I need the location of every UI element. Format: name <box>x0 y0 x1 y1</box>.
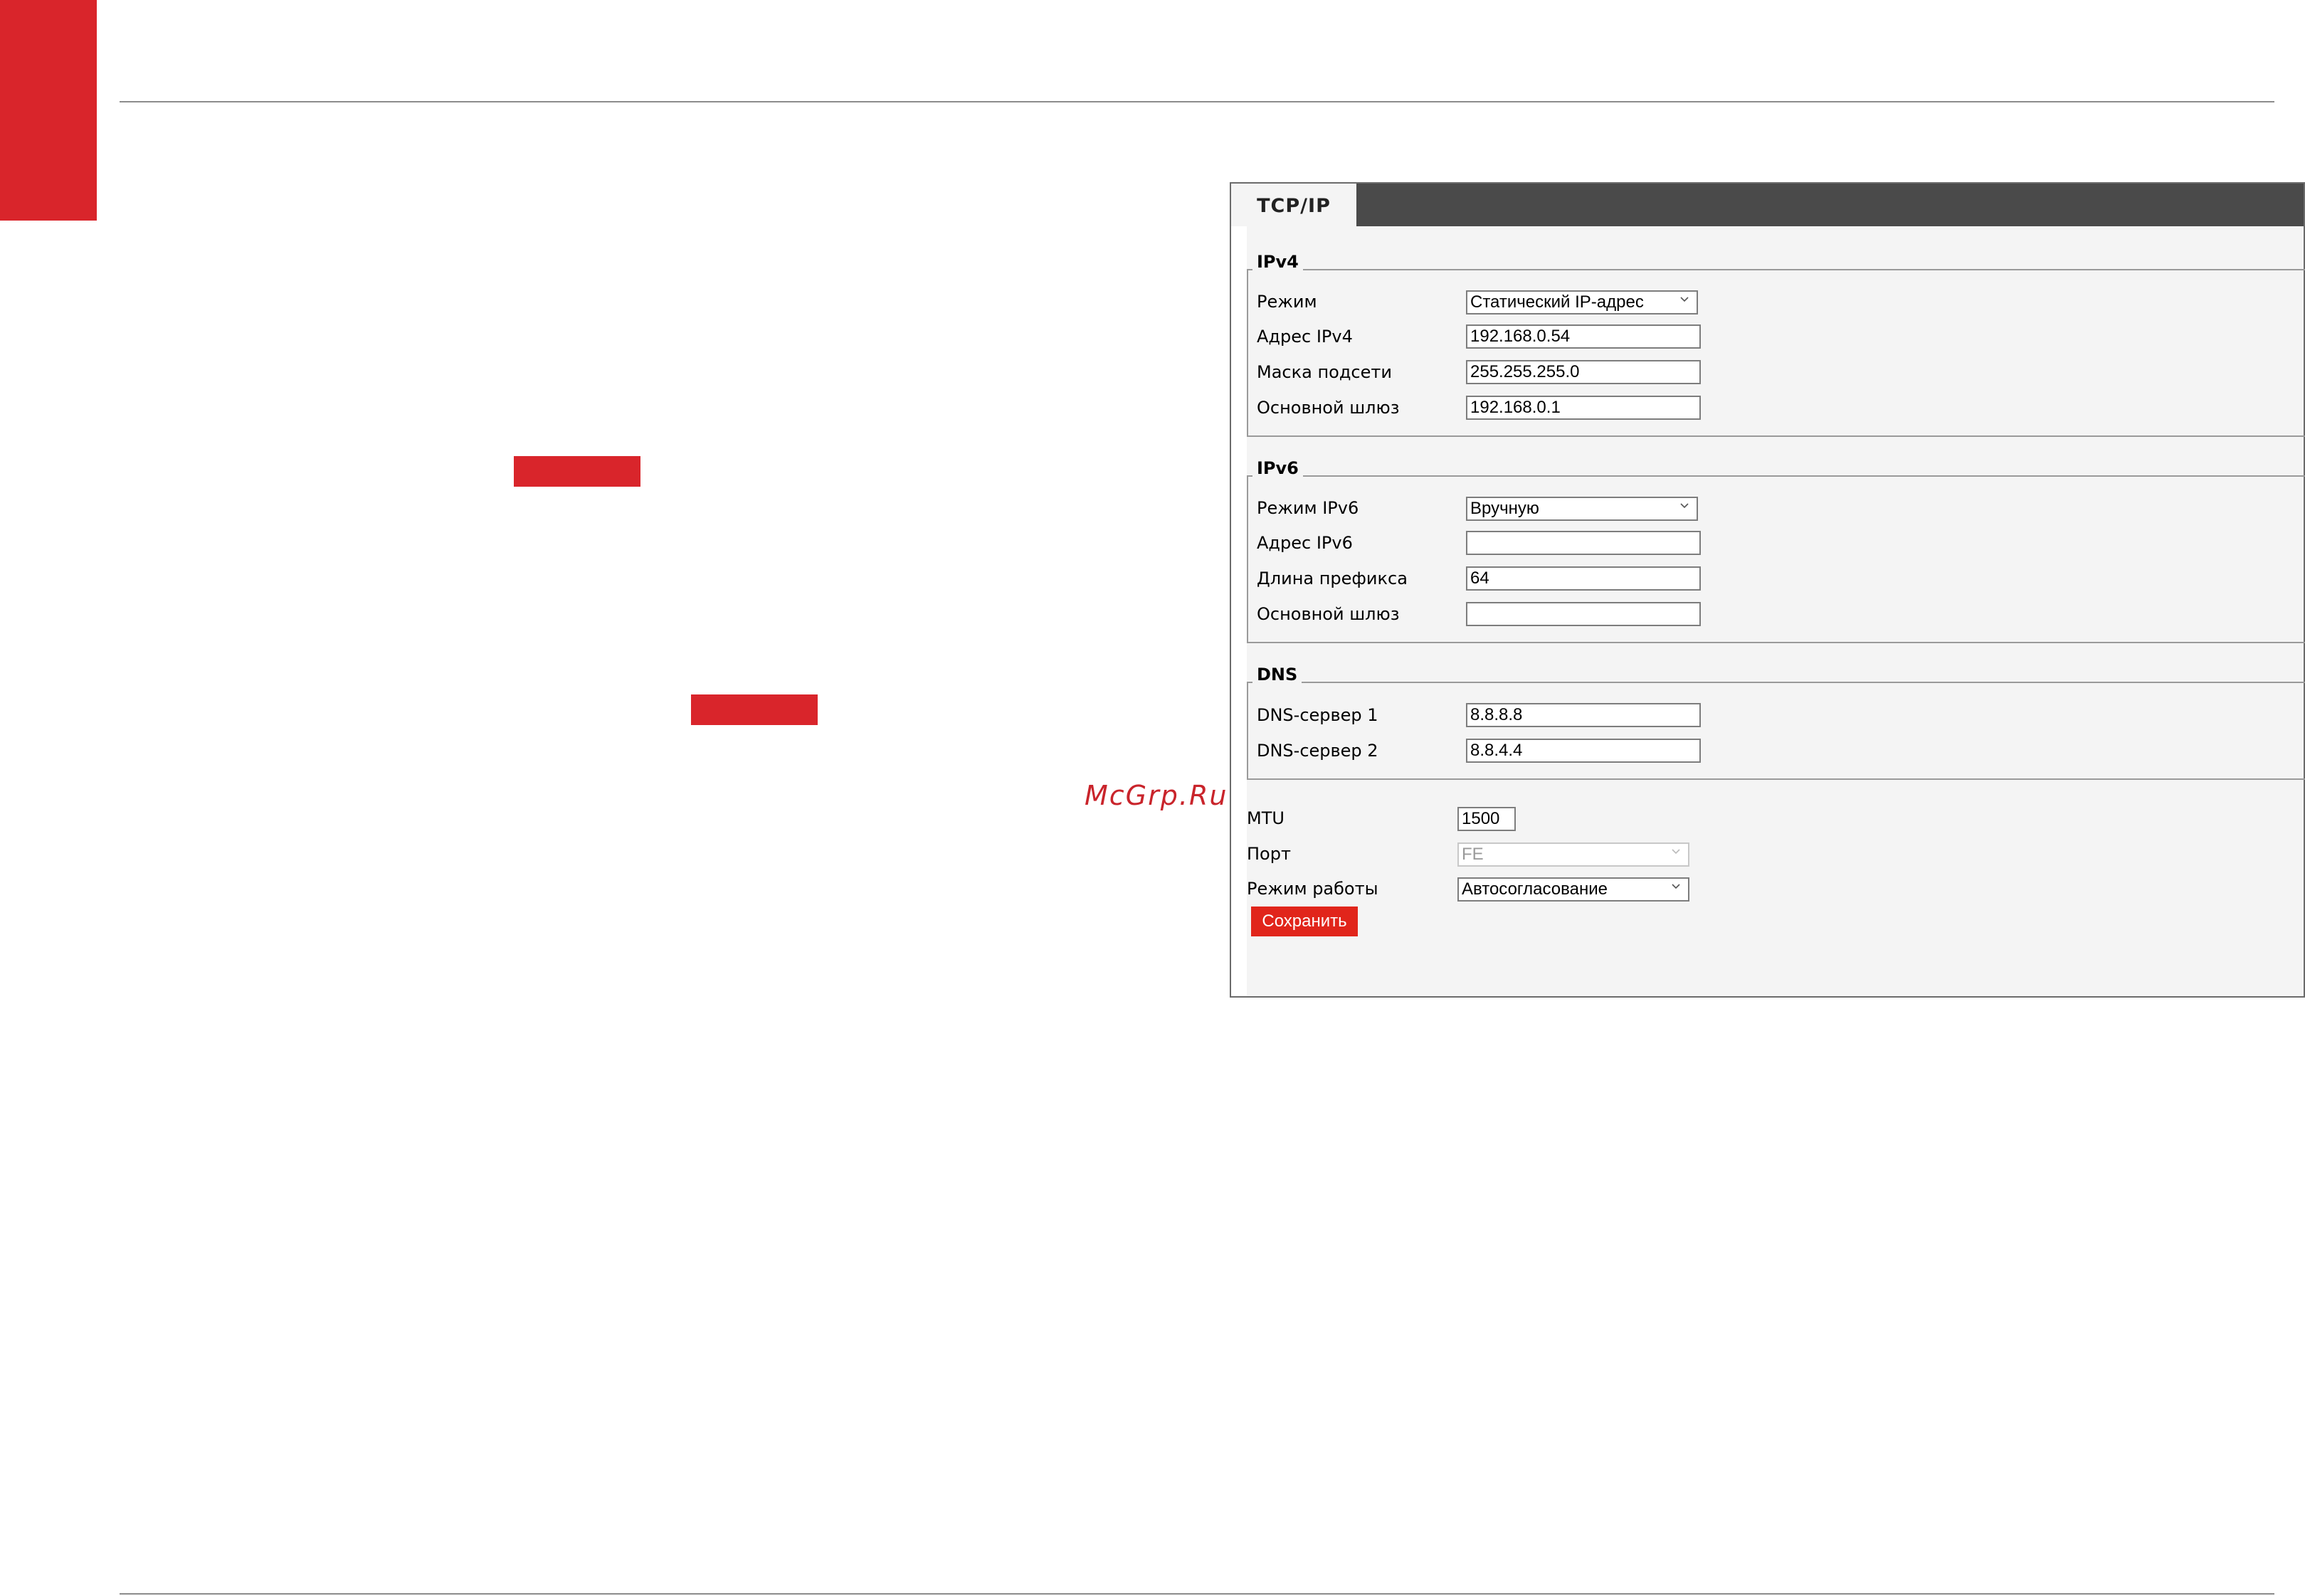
port-value: FE <box>1462 845 1484 864</box>
dns1-label: DNS-сервер 1 <box>1257 705 1378 725</box>
mtu-input[interactable]: 1500 <box>1457 807 1516 831</box>
ipv6-legend: IPv6 <box>1252 458 1303 478</box>
work-mode-select[interactable]: Автосогласование <box>1457 877 1689 902</box>
dns2-input[interactable]: 8.8.4.4 <box>1466 739 1701 763</box>
work-mode-value: Автосогласование <box>1462 879 1608 899</box>
save-button[interactable]: Сохранить <box>1251 907 1358 936</box>
dns-group <box>1247 682 2305 780</box>
work-mode-label: Режим работы <box>1247 879 1378 899</box>
dns2-label: DNS-сервер 2 <box>1257 741 1378 761</box>
ipv4-mask-input[interactable]: 255.255.255.0 <box>1466 360 1701 384</box>
mtu-label: MTU <box>1247 808 1285 828</box>
ipv4-gateway-label: Основной шлюз <box>1257 398 1400 418</box>
tab-tcpip[interactable]: TCP/IP <box>1231 184 1356 228</box>
bottom-rule <box>120 1593 2274 1595</box>
port-label: Порт <box>1247 844 1291 864</box>
chevron-down-icon <box>1680 297 1689 302</box>
chevron-down-icon <box>1672 849 1680 855</box>
ipv6-address-input[interactable] <box>1466 531 1701 555</box>
ipv6-gateway-input[interactable] <box>1466 602 1701 626</box>
dns1-input[interactable]: 8.8.8.8 <box>1466 703 1701 727</box>
tab-strip <box>1231 184 2304 226</box>
ipv4-mode-label: Режим <box>1257 292 1317 312</box>
watermark: McGrp.Ru <box>1085 780 1228 811</box>
ipv4-gateway-input[interactable]: 192.168.0.1 <box>1466 396 1701 420</box>
redacted-marker-2 <box>691 694 818 725</box>
ipv4-legend: IPv4 <box>1252 252 1303 272</box>
corner-red-block <box>0 0 97 221</box>
ipv6-mode-value: Вручную <box>1470 499 1539 518</box>
ipv6-gateway-label: Основной шлюз <box>1257 604 1400 624</box>
chevron-down-icon <box>1672 884 1680 889</box>
ipv6-mode-label: Режим IPv6 <box>1257 498 1359 518</box>
ipv4-group <box>1247 269 2305 437</box>
tcpip-settings-panel: TCP/IP IPv4 Режим Статический IP-адрес А… <box>1230 182 2305 998</box>
chevron-down-icon <box>1680 503 1689 509</box>
ipv6-prefix-input[interactable]: 64 <box>1466 566 1701 591</box>
ipv4-address-input[interactable]: 192.168.0.54 <box>1466 324 1701 349</box>
port-select: FE <box>1457 842 1689 867</box>
ipv4-mode-select[interactable]: Статический IP-адрес <box>1466 290 1698 315</box>
redacted-marker-1 <box>514 456 640 487</box>
ipv6-prefix-label: Длина префикса <box>1257 569 1408 588</box>
ipv4-address-label: Адрес IPv4 <box>1257 327 1353 347</box>
top-rule <box>120 101 2274 102</box>
ipv4-mode-value: Статический IP-адрес <box>1470 292 1644 312</box>
ipv6-group <box>1247 475 2305 643</box>
dns-legend: DNS <box>1252 665 1302 685</box>
ipv6-address-label: Адрес IPv6 <box>1257 533 1353 553</box>
panel-left-margin <box>1231 226 1247 996</box>
ipv6-mode-select[interactable]: Вручную <box>1466 497 1698 521</box>
ipv4-mask-label: Маска подсети <box>1257 362 1392 382</box>
